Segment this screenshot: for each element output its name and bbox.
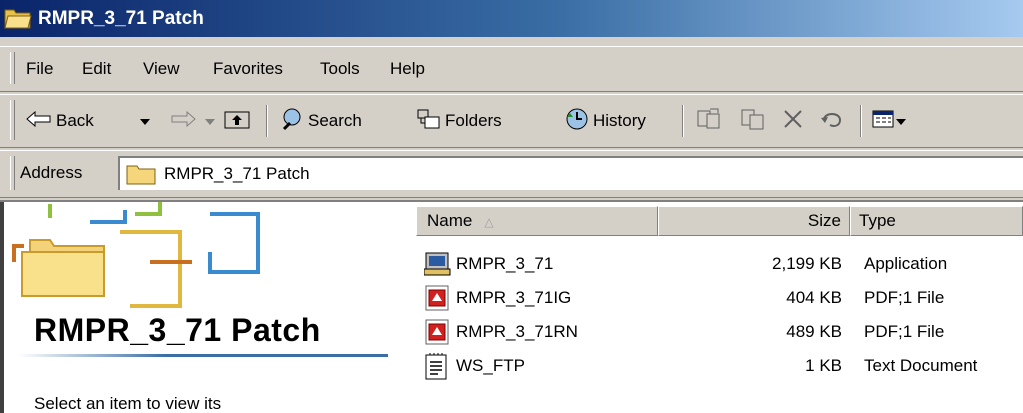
- standard-toolbar: Back Search Folders History: [0, 94, 1023, 148]
- folders-label: Folders: [445, 111, 502, 130]
- toolbar-separator: [682, 105, 684, 137]
- column-header-type[interactable]: Type: [850, 206, 1023, 236]
- file-type: Text Document: [864, 356, 978, 375]
- menu-favorites[interactable]: Favorites: [213, 59, 283, 79]
- folder-icon: [126, 162, 156, 191]
- window-title: RMPR_3_71 Patch: [38, 8, 204, 29]
- history-button[interactable]: History: [565, 95, 646, 147]
- menu-bar: File Edit View Favorites Tools Help: [0, 46, 1023, 92]
- address-value: RMPR_3_71 Patch: [164, 164, 310, 183]
- file-type: PDF;1 File: [864, 288, 945, 307]
- undo-button[interactable]: [820, 95, 844, 147]
- file-name: RMPR_3_71RN: [456, 322, 578, 341]
- application-icon: [423, 251, 452, 282]
- column-header-size[interactable]: Size: [658, 206, 850, 236]
- up-folder-icon: [224, 108, 250, 135]
- sort-ascending-icon: △: [484, 215, 494, 229]
- chevron-down-icon: [896, 111, 906, 131]
- history-icon: [565, 107, 589, 136]
- title-bar: RMPR_3_71 Patch: [0, 0, 1023, 37]
- move-to-button[interactable]: [696, 95, 722, 147]
- address-input[interactable]: RMPR_3_71 Patch: [118, 156, 1023, 190]
- toolbar-separator: [266, 105, 268, 137]
- address-bar: Address RMPR_3_71 Patch: [0, 150, 1023, 198]
- menu-file[interactable]: File: [26, 59, 53, 79]
- folder-view: RMPR_3_71 Patch Select an item to view i…: [0, 200, 1023, 413]
- menu-help[interactable]: Help: [390, 59, 425, 79]
- back-label: Back: [56, 111, 94, 130]
- undo-icon: [820, 108, 844, 135]
- menu-bar-grip[interactable]: [10, 52, 15, 84]
- file-size: 489 KB: [786, 322, 842, 341]
- toolbar-separator: [860, 105, 862, 137]
- copy-to-icon: [740, 107, 766, 136]
- text-document-icon: [424, 353, 448, 386]
- chevron-down-icon: [140, 111, 150, 131]
- back-button[interactable]: Back: [26, 95, 94, 147]
- file-type: PDF;1 File: [864, 322, 945, 341]
- search-label: Search: [308, 111, 362, 130]
- menu-tools[interactable]: Tools: [320, 59, 360, 79]
- forward-dropdown-button[interactable]: [205, 95, 215, 147]
- file-row[interactable]: RMPR_3_71 2,199 KB Application: [0, 248, 1023, 280]
- move-to-icon: [696, 107, 722, 136]
- folder-open-icon: [4, 7, 32, 35]
- search-icon: [280, 107, 304, 136]
- file-row[interactable]: RMPR_3_71IG 404 KB PDF;1 File: [0, 282, 1023, 314]
- back-dropdown-button[interactable]: [140, 95, 150, 147]
- file-type: Application: [864, 254, 948, 273]
- file-size: 404 KB: [786, 288, 842, 307]
- delete-button[interactable]: [782, 95, 804, 147]
- pdf-file-icon: [424, 285, 450, 316]
- address-label: Address: [20, 163, 83, 182]
- column-header-name[interactable]: Name △: [416, 206, 658, 236]
- search-button[interactable]: Search: [280, 95, 362, 147]
- forward-button[interactable]: [170, 95, 196, 147]
- chevron-down-icon: [205, 111, 215, 131]
- file-row[interactable]: RMPR_3_71RN 489 KB PDF;1 File: [0, 316, 1023, 348]
- column-name-label: Name: [427, 211, 473, 230]
- delete-icon: [782, 108, 804, 135]
- up-folder-button[interactable]: [224, 95, 250, 147]
- menu-edit[interactable]: Edit: [82, 59, 111, 79]
- pane-description: Select an item to view its: [34, 394, 222, 413]
- pdf-file-icon: [424, 319, 450, 350]
- menu-view[interactable]: View: [143, 59, 180, 79]
- copy-to-button[interactable]: [740, 95, 766, 147]
- file-name: WS_FTP: [456, 356, 525, 375]
- address-bar-grip[interactable]: [10, 156, 15, 190]
- forward-arrow-icon: [170, 110, 196, 132]
- file-row[interactable]: WS_FTP 1 KB Text Document: [0, 350, 1023, 382]
- history-label: History: [593, 111, 646, 130]
- file-name: RMPR_3_71IG: [456, 288, 572, 307]
- column-type-label: Type: [859, 211, 896, 230]
- file-size: 2,199 KB: [772, 254, 842, 273]
- file-size: 1 KB: [805, 356, 842, 375]
- views-icon: [872, 109, 894, 134]
- column-size-label: Size: [807, 211, 841, 230]
- toolbar-grip[interactable]: [10, 100, 15, 140]
- file-name: RMPR_3_71: [456, 254, 554, 273]
- views-button[interactable]: [872, 95, 906, 147]
- folders-icon: [417, 108, 441, 135]
- back-arrow-icon: [26, 110, 52, 132]
- folders-button[interactable]: Folders: [417, 95, 502, 147]
